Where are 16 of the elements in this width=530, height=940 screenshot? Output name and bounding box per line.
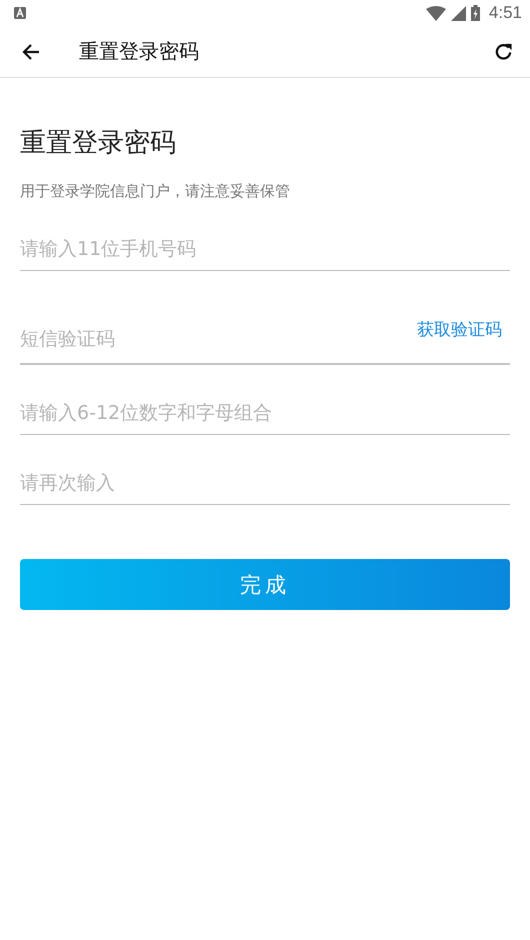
input-field[interactable]: 请输入6-12位数字和字母组合 bbox=[20, 385, 510, 435]
page-heading: 重置登录密码 bbox=[20, 127, 177, 160]
signal-icon bbox=[450, 6, 466, 20]
input-field[interactable]: 请输入11位手机号码 bbox=[20, 221, 510, 271]
battery-icon bbox=[470, 5, 480, 21]
get-code-link[interactable]: 获取验证码 bbox=[417, 318, 502, 360]
back-arrow-icon bbox=[21, 42, 41, 62]
refresh-icon bbox=[494, 42, 513, 61]
input-field[interactable]: 请再次输入 bbox=[20, 455, 510, 505]
clock: 4:51 bbox=[488, 3, 522, 23]
app-bar-title: 重置登录密码 bbox=[79, 38, 199, 65]
notification-icon bbox=[14, 7, 26, 19]
wifi-icon bbox=[426, 6, 446, 20]
subtitle: 用于登录学院信息门户，请注意妥善保管 bbox=[20, 181, 291, 201]
input-field[interactable]: 短信验证码 获取验证码 bbox=[20, 291, 510, 365]
submit-button[interactable]: 完成 bbox=[20, 559, 510, 610]
